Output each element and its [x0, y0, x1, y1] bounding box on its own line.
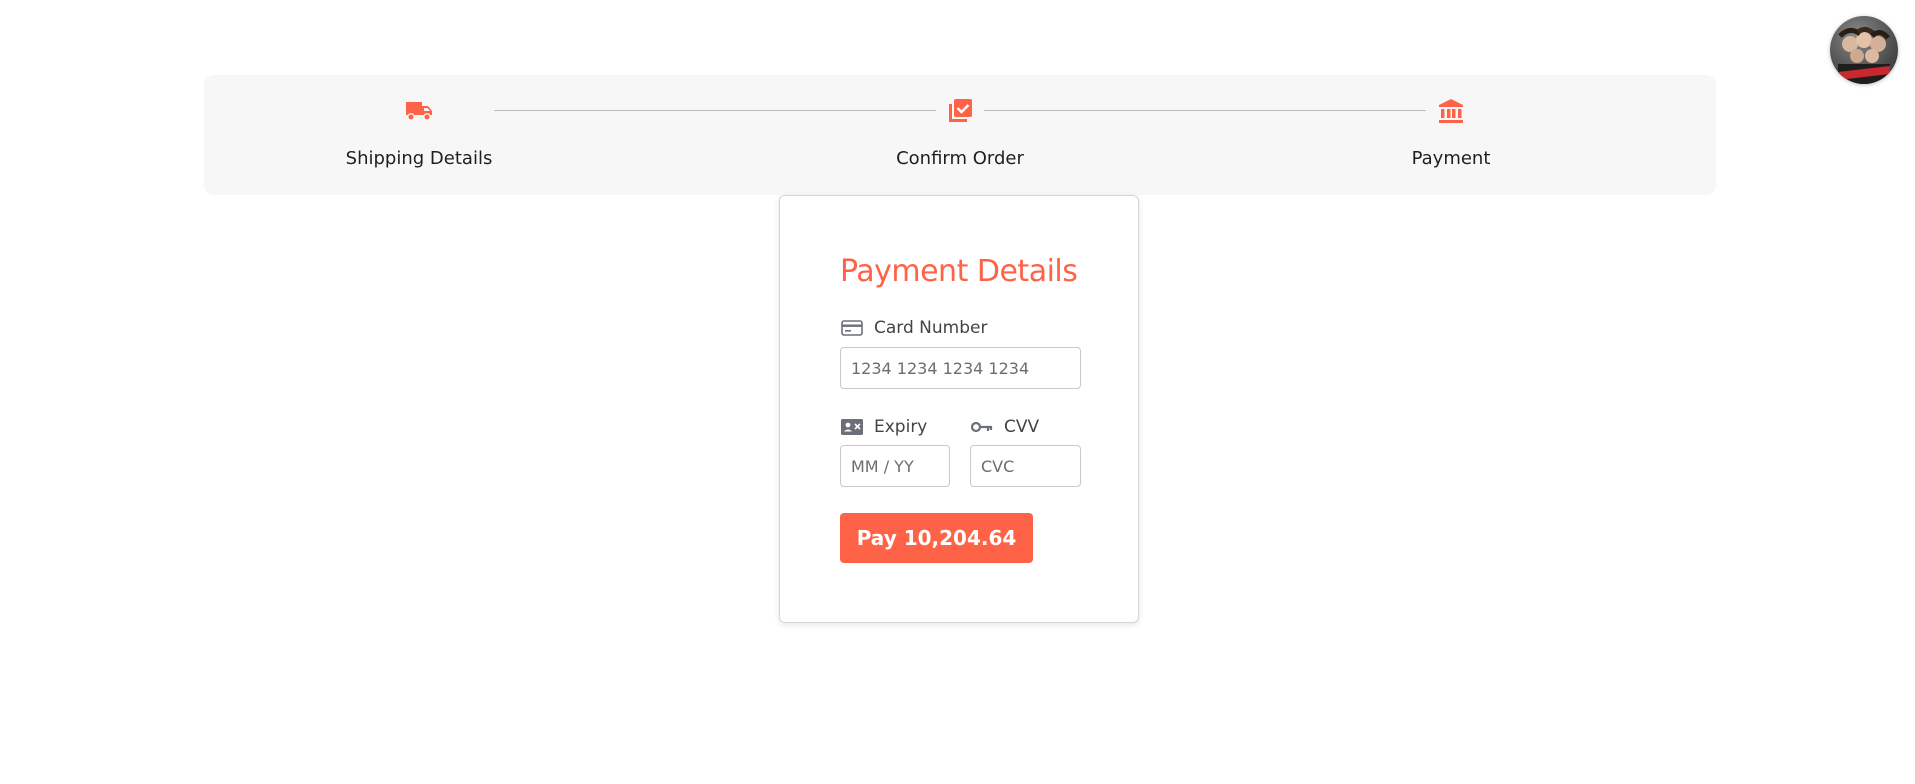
credit-card-icon — [840, 318, 864, 338]
user-avatar[interactable] — [1830, 16, 1898, 84]
key-icon — [970, 417, 994, 437]
step-shipping-details: Shipping Details — [269, 75, 569, 195]
step-label: Confirm Order — [896, 148, 1024, 169]
cvv-label-text: CVV — [1004, 417, 1040, 437]
bank-icon — [1436, 96, 1466, 126]
pay-button[interactable]: Pay 10,204.64 — [840, 513, 1033, 563]
card-number-label: Card Number — [840, 318, 987, 338]
page: Shipping Details Confirm Order Payment P… — [0, 0, 1915, 784]
expiry-label-text: Expiry — [874, 417, 928, 437]
step-label: Shipping Details — [345, 148, 493, 169]
step-payment: Payment — [1301, 75, 1601, 195]
truck-icon — [404, 96, 434, 126]
expiry-input[interactable] — [840, 445, 950, 487]
event-card-icon — [840, 417, 864, 437]
step-confirm-order: Confirm Order — [810, 75, 1110, 195]
card-number-label-text: Card Number — [874, 318, 988, 338]
payment-title: Payment Details — [840, 254, 1078, 289]
expiry-label: Expiry — [840, 417, 927, 437]
card-number-input[interactable] — [840, 347, 1081, 389]
checkout-stepper: Shipping Details Confirm Order Payment — [204, 75, 1716, 195]
avatar-image — [1838, 26, 1890, 84]
payment-card: Payment Details Card Number 1234 1234 12… — [779, 195, 1139, 623]
cvv-input[interactable] — [970, 445, 1081, 487]
cvv-label: CVV — [970, 417, 1039, 437]
library-add-check-icon — [945, 96, 975, 126]
step-label: Payment — [1411, 148, 1491, 169]
